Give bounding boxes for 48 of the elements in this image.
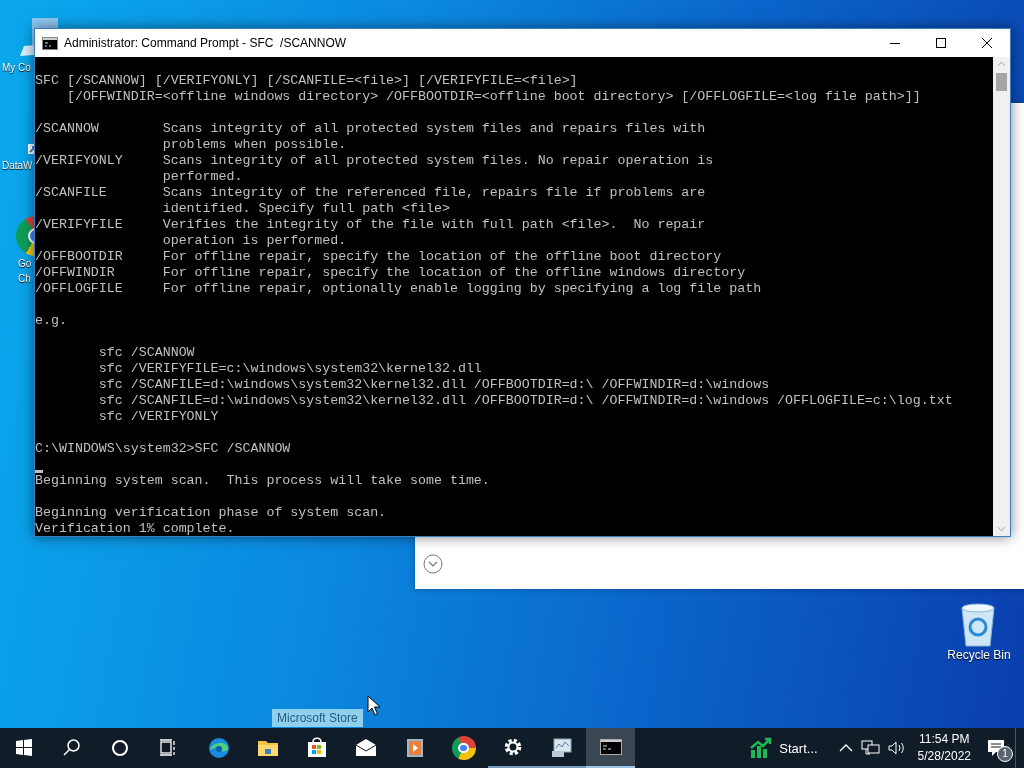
notification-button[interactable]: 1 — [979, 728, 1015, 768]
console-line: /OFFLOGFILE For offline repair, optionally enable logging by specifying a log file path — [35, 281, 763, 297]
text-cursor — [35, 470, 43, 473]
console-line: sfc /VERIFYONLY — [97, 409, 220, 425]
console-line: sfc /SCANFILE=d:\windows\system32\kernel32.dll /OFFBOOTDIR=d:\ /OFFWINDIR=d:\windows — [97, 377, 771, 393]
stock-chart-icon[interactable] — [749, 737, 774, 759]
icon-label: Recycle Bin — [946, 648, 1011, 663]
console-line: identified. Specify full path <file> — [161, 201, 451, 217]
icon-label: DataW — [1, 159, 33, 173]
console-line: sfc /SCANFILE=d:\windows\system32\kernel32.dll /OFFBOOTDIR=d:\ /OFFWINDIR=d:\windows /OFFLOGFILE=c:\log.txt — [97, 393, 954, 409]
console-line: e.g. — [35, 313, 68, 329]
mouse-pointer-icon — [367, 695, 381, 717]
console-line: /VERIFYONLY Scans integrity of all protected system files. No repair operation is — [35, 153, 715, 169]
console-line: sfc /SCANNOW — [97, 345, 196, 361]
console-line: performed. — [161, 169, 244, 185]
icon-label: My Co — [1, 61, 31, 75]
console-line: sfc /VERIFYFILE=c:\windows\system32\kernel32.dll — [97, 361, 483, 377]
console-line: /SCANFILE Scans integrity of the referenced file, repairs file if problems are — [35, 185, 707, 201]
icon-label: Ch — [17, 272, 31, 286]
console-line: operation is performed. — [161, 233, 348, 249]
console-line: /VERIFYFILE Verifies the integrity of the file with full path <file>. No repair — [35, 217, 707, 233]
chrome-icon[interactable] — [451, 736, 476, 760]
time-text: 11:54 PM — [919, 731, 970, 748]
console-line: Verification 1% complete. — [35, 521, 236, 536]
clock[interactable]: 11:54 PM 5/28/2022 — [909, 728, 979, 768]
console-line: /OFFWINDIR For offline repair, specify the location of the offline windows directory — [35, 265, 747, 281]
console-line: problems when possible. — [161, 137, 348, 153]
notification-count: 1 — [997, 746, 1013, 762]
console-line: /SCANNOW Scans integrity of all protected system files and repairs files with — [35, 121, 707, 137]
console-line: C:\WINDOWS\system32>SFC /SCANNOW — [35, 441, 292, 457]
chevron-down-icon[interactable] — [423, 554, 443, 574]
window-title: Administrator: Command Prompt - SFC /SCANNOW — [64, 36, 348, 50]
console-line: [/OFFWINDIR=<offline windows directory> /OFFBOOTDIR=<offline boot directory> [/OFFLOGFILE=<log file path>]] — [65, 89, 922, 105]
console-line: Beginning system scan. This process will take some time. — [35, 473, 491, 489]
icon-label: Go — [17, 257, 32, 271]
network-icon[interactable] — [859, 738, 882, 758]
date-text: 5/28/2022 — [917, 748, 971, 765]
console-icon — [42, 36, 58, 50]
console-line: SFC [/SCANNOW] [/VERIFYONLY] [/SCANFILE=<file>] [/VERIFYFILE=<file>] — [35, 73, 579, 89]
tray-app-button[interactable]: Start... — [741, 728, 826, 768]
tooltip: Microsoft Store — [272, 709, 363, 727]
console-line: Beginning verification phase of system scan. — [35, 505, 388, 521]
console-line: /OFFBOOTDIR For offline repair, specify the location of the offline boot directory — [35, 249, 723, 265]
taskbar-button[interactable] — [586, 728, 635, 768]
browser-icon[interactable] — [206, 736, 231, 760]
scroll-bar[interactable] — [993, 57, 1010, 536]
performance-monitor-icon[interactable] — [549, 735, 574, 759]
scroll-thumb[interactable] — [996, 73, 1007, 91]
